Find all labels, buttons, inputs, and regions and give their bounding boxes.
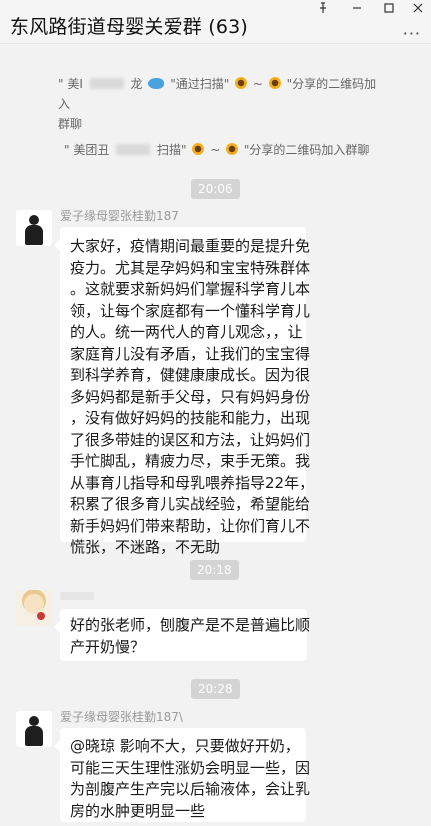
sender-name	[60, 592, 94, 600]
sunflower-icon	[226, 143, 239, 155]
message-bubble[interactable]: 大家好，疫情期间最重要的是提升免 疫力。尤其是孕妈妈和宝宝特殊群体 。这就要求新…	[54, 227, 315, 556]
message-line: 多妈妈都是新手父母，只有妈妈身份	[70, 387, 311, 406]
system-notice: " 美I 龙 "通过扫描" ~ "分享的二维码加入 群聊	[58, 74, 388, 134]
message-line: 疫力。尤其是孕妈妈和宝宝特殊群体	[70, 258, 311, 277]
message-line: 积累了很多育儿实战经验，希望能给	[70, 495, 311, 513]
chat-area[interactable]: " 美I 龙 "通过扫描" ~ "分享的二维码加入 群聊 " 美团丑 扫描" ~…	[0, 44, 431, 826]
timestamp: 20:06	[191, 179, 240, 199]
notice-text: "通过扫描"	[170, 77, 230, 91]
pin-icon[interactable]	[312, 0, 334, 16]
message-line: ，没有做好妈妈的技能和能力，出现	[70, 409, 311, 427]
timestamp: 20:18	[190, 560, 239, 580]
notice-text: 群聊	[58, 117, 83, 131]
avatar[interactable]	[16, 210, 52, 246]
avatar[interactable]	[16, 711, 52, 747]
message-line: 了很多带娃的误区和方法，让妈妈们	[70, 430, 311, 449]
message-line: @晓琼 影响不大，只要做好开奶，	[70, 737, 300, 755]
notice-text: "分享的二维码加入群聊	[243, 143, 370, 157]
more-icon[interactable]: ···	[403, 24, 421, 43]
notice-text: " 美I	[58, 77, 83, 91]
sender-name: 爱子缘母婴张桂勤187\	[60, 710, 183, 724]
chat-title: 东风路街道母婴关爱群 (63)	[10, 16, 249, 38]
message-line: 手忙脚乱，精疲力尽，束手无策。我	[70, 452, 311, 470]
message-line: 从事育儿指导和母乳喂养指导22年，	[70, 473, 315, 492]
sunflower-icon	[235, 77, 248, 89]
message-line: 家庭育儿没有矛盾，让我们的宝宝得	[70, 344, 311, 363]
system-notice: " 美团丑 扫描" ~ "分享的二维码加入群聊	[64, 140, 404, 160]
message-line: 。这就要求新妈妈们掌握科学育儿本	[70, 280, 311, 298]
message-line: 为剖腹产生产完以后输液体，会让乳	[70, 780, 311, 798]
notice-text: ~	[210, 143, 225, 157]
message-bubble[interactable]: 好的张老师，刨腹产是不是普遍比顺 产开奶慢？	[54, 609, 311, 661]
notice-text: " 美团丑	[64, 143, 110, 157]
message-line: 可能三天生理性涨奶会明显一些，因	[70, 758, 311, 777]
timestamp: 20:28	[191, 679, 240, 699]
message-bubble[interactable]: @晓琼 影响不大，只要做好开奶， 可能三天生理性涨奶会明显一些，因 为剖腹产生产…	[54, 728, 311, 822]
message-line: 大家好，疫情期间最重要的是提升免	[70, 237, 311, 255]
maximize-icon[interactable]	[378, 0, 400, 16]
notice-text: ~	[252, 77, 267, 91]
redacted-name	[89, 78, 124, 89]
message-line: 领，让每个家庭都有一个懂科学育儿	[70, 301, 311, 320]
close-icon[interactable]	[407, 0, 429, 16]
message-line: 好的张老师，刨腹产是不是普遍比顺	[70, 616, 311, 634]
whale-icon	[148, 78, 165, 89]
message-line: 房的水肿更明显一些	[70, 801, 206, 820]
sunflower-icon	[192, 143, 205, 155]
message-line: 新手妈妈们带来帮助，让你们育儿不	[70, 516, 311, 535]
message-line: 慌张，不迷路，不无助	[70, 538, 221, 556]
message-line: 产开奶慢？	[70, 637, 146, 656]
notice-text: 龙	[130, 77, 143, 91]
window-titlebar: 东风路街道母婴关爱群 (63) ···	[0, 0, 431, 44]
minimize-icon[interactable]	[346, 0, 368, 16]
avatar[interactable]	[16, 590, 52, 626]
notice-text: 扫描"	[157, 143, 187, 157]
redacted-name	[116, 144, 151, 155]
sunflower-icon	[268, 77, 281, 89]
sender-name: 爱子缘母婴张桂勤187	[60, 209, 179, 223]
message-line: 到科学养育，健健康康成长。因为很	[70, 366, 311, 384]
message-line: 的人。统一两代人的育儿观念，，让	[70, 323, 303, 341]
